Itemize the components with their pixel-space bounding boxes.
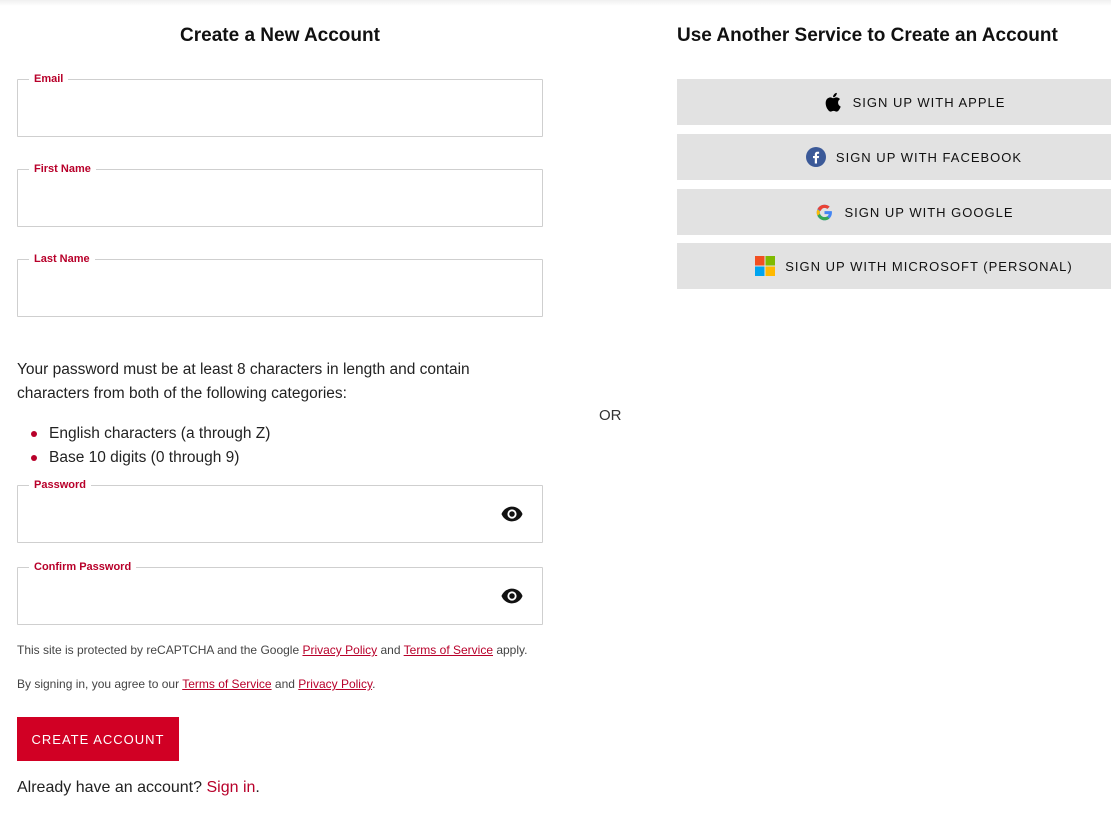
password-rule-item: English characters (a through Z) [17, 422, 517, 446]
confirm-password-input[interactable] [18, 568, 542, 624]
top-shadow [0, 0, 1111, 6]
signup-apple-button[interactable]: SIGN UP WITH APPLE [677, 79, 1111, 125]
password-rules-list: English characters (a through Z) Base 10… [17, 422, 517, 470]
recaptcha-notice: This site is protected by reCAPTCHA and … [17, 643, 527, 657]
signup-microsoft-button[interactable]: SIGN UP WITH MICROSOFT (PERSONAL) [677, 243, 1111, 289]
agreement-notice: By signing in, you agree to our Terms of… [17, 677, 375, 691]
google-icon [814, 202, 834, 222]
show-password-eye-icon[interactable] [501, 505, 523, 523]
apple-icon [823, 92, 843, 112]
signin-prompt-text: . [255, 779, 260, 796]
recaptcha-text: apply. [493, 643, 528, 657]
first-name-field: First Name [17, 162, 543, 227]
password-input[interactable] [18, 486, 542, 542]
recaptcha-text: and [377, 643, 404, 657]
password-rules-intro: Your password must be at least 8 charact… [17, 361, 470, 402]
agreement-text: and [271, 677, 299, 691]
password-field: Password [17, 478, 543, 543]
agreement-terms-link[interactable]: Terms of Service [182, 677, 271, 691]
signup-facebook-label: SIGN UP WITH FACEBOOK [835, 149, 1023, 165]
create-account-button[interactable]: CREATE ACCOUNT [17, 717, 179, 761]
email-input[interactable] [18, 80, 542, 136]
social-signup-title: Use Another Service to Create an Account [677, 25, 1058, 46]
signup-google-label: SIGN UP WITH GOOGLE [844, 204, 1014, 220]
signup-google-button[interactable]: SIGN UP WITH GOOGLE [677, 189, 1111, 235]
or-divider: OR [599, 407, 622, 424]
agreement-privacy-link[interactable]: Privacy Policy [298, 677, 372, 691]
signin-prompt: Already have an account? Sign in. [17, 779, 260, 797]
show-confirm-password-eye-icon[interactable] [501, 587, 523, 605]
agreement-text: . [372, 677, 376, 691]
microsoft-icon [755, 256, 776, 276]
confirm-password-field: Confirm Password [17, 560, 543, 625]
first-name-input[interactable] [18, 170, 542, 226]
signup-apple-label: SIGN UP WITH APPLE [852, 94, 1006, 110]
facebook-icon [805, 147, 826, 167]
recaptcha-text: This site is protected by reCAPTCHA and … [17, 643, 303, 657]
last-name-input[interactable] [18, 260, 542, 316]
signup-facebook-button[interactable]: SIGN UP WITH FACEBOOK [677, 134, 1111, 180]
password-rule-item: Base 10 digits (0 through 9) [17, 446, 517, 470]
recaptcha-privacy-link[interactable]: Privacy Policy [302, 643, 377, 657]
signin-link[interactable]: Sign in [206, 779, 255, 796]
recaptcha-terms-link[interactable]: Terms of Service [404, 643, 493, 657]
signin-prompt-text: Already have an account? [17, 779, 207, 796]
last-name-field: Last Name [17, 252, 543, 317]
email-field: Email [17, 72, 543, 137]
signup-microsoft-label: SIGN UP WITH MICROSOFT (PERSONAL) [785, 258, 1073, 274]
agreement-text: By signing in, you agree to our [17, 677, 183, 691]
page-title: Create a New Account [180, 25, 380, 46]
